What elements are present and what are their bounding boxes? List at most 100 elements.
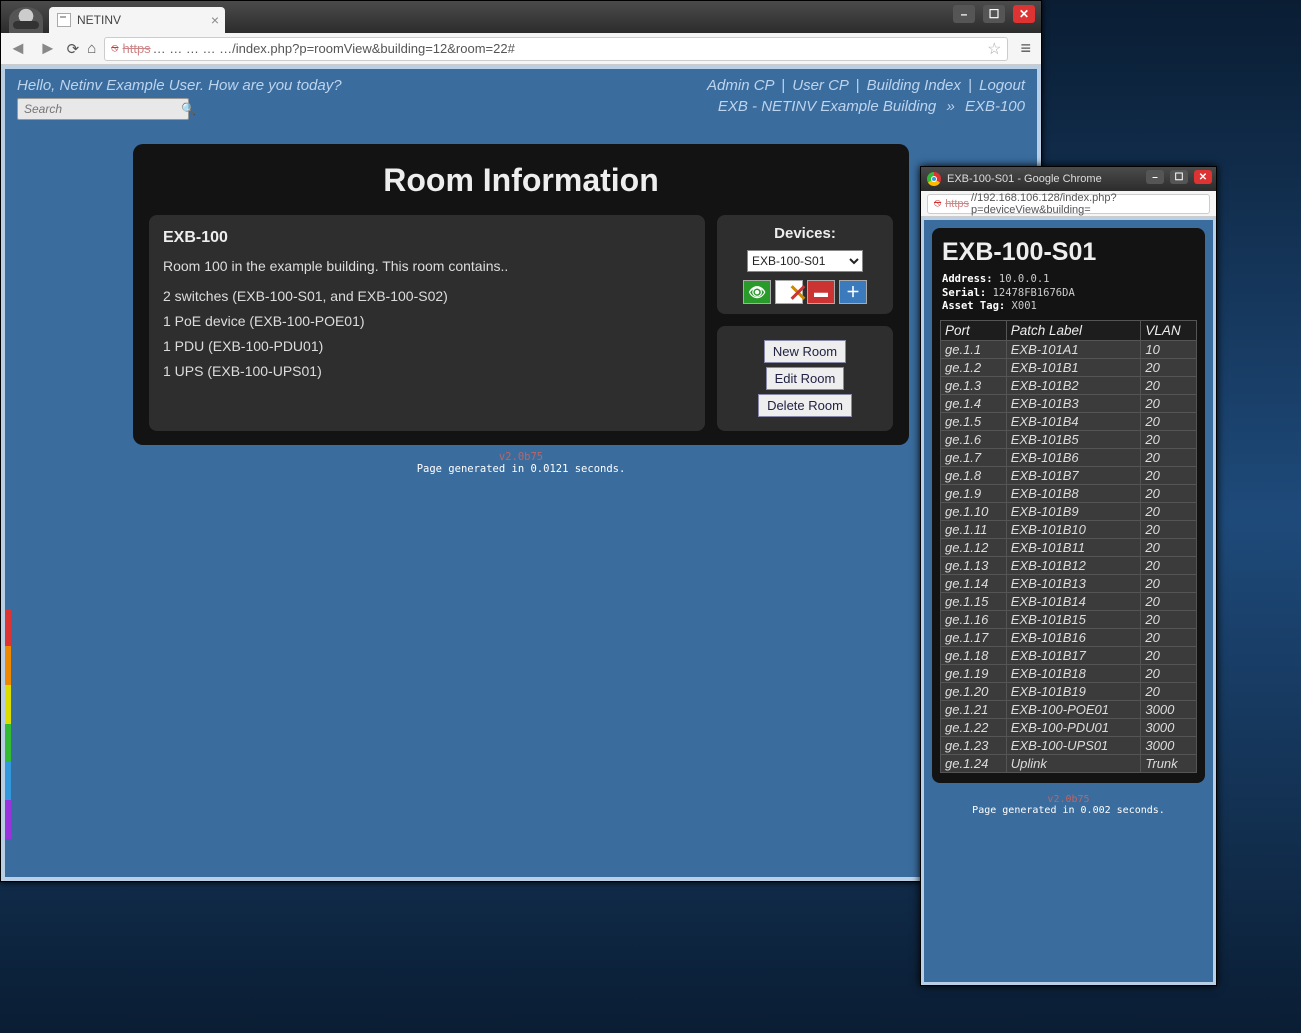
search-icon[interactable]: 🔍 <box>181 102 196 116</box>
search-box[interactable]: 🔍 <box>17 98 189 120</box>
cell-vlan: 20 <box>1141 538 1197 556</box>
edit-room-button[interactable]: Edit Room <box>766 367 845 390</box>
cell-vlan: 20 <box>1141 394 1197 412</box>
insecure-lock-icon: ⦸ <box>934 197 941 210</box>
popup-minimize-button[interactable]: – <box>1146 170 1164 184</box>
header-nav: Admin CP | User CP | Building Index | Lo… <box>707 77 1025 94</box>
device-popup-window: EXB-100-S01 - Google Chrome – ☐ ✕ ⦸ http… <box>920 166 1217 986</box>
search-input[interactable] <box>24 102 181 116</box>
room-actions-panel: New Room Edit Room Delete Room <box>717 326 893 431</box>
port-row[interactable]: ge.1.22EXB-100-PDU013000 <box>941 718 1197 736</box>
delete-room-button[interactable]: Delete Room <box>758 394 852 417</box>
cell-port: ge.1.24 <box>941 754 1007 772</box>
port-row[interactable]: ge.1.16EXB-101B1520 <box>941 610 1197 628</box>
port-row[interactable]: ge.1.19EXB-101B1820 <box>941 664 1197 682</box>
popup-titlebar[interactable]: EXB-100-S01 - Google Chrome – ☐ ✕ <box>921 167 1216 191</box>
tab-close-icon[interactable]: × <box>211 12 219 28</box>
port-row[interactable]: ge.1.23EXB-100-UPS013000 <box>941 736 1197 754</box>
breadcrumb-room[interactable]: EXB-100 <box>965 98 1025 115</box>
window-minimize-button[interactable]: – <box>953 5 975 23</box>
port-row[interactable]: ge.1.18EXB-101B1720 <box>941 646 1197 664</box>
port-row[interactable]: ge.1.6EXB-101B520 <box>941 430 1197 448</box>
device-add-icon[interactable]: ＋ <box>839 280 867 304</box>
address-bar[interactable]: ⦸ https … … … … …/index.php?p=roomView&b… <box>104 37 1008 61</box>
cell-port: ge.1.18 <box>941 646 1007 664</box>
room-desc: Room 100 in the example building. This r… <box>163 257 691 276</box>
popup-close-button[interactable]: ✕ <box>1194 170 1212 184</box>
cell-patch-label: EXB-100-PDU01 <box>1006 718 1141 736</box>
bookmark-star-icon[interactable]: ☆ <box>987 39 1001 59</box>
page-content: Hello, Netinv Example User. How are you … <box>1 65 1041 881</box>
gen-time-text: Page generated in 0.0121 seconds. <box>417 463 626 475</box>
port-row[interactable]: ge.1.2EXB-101B120 <box>941 358 1197 376</box>
cell-port: ge.1.17 <box>941 628 1007 646</box>
device-select[interactable]: EXB-100-S01 <box>747 250 863 272</box>
cell-vlan: 3000 <box>1141 718 1197 736</box>
reload-icon[interactable]: ⟳ <box>67 40 80 58</box>
cell-vlan: 20 <box>1141 502 1197 520</box>
device-action-icons: 👁 ▬ ＋ <box>727 280 883 304</box>
breadcrumb-building[interactable]: EXB - NETINV Example Building <box>718 98 936 115</box>
device-view-icon[interactable]: 👁 <box>743 280 771 304</box>
cell-port: ge.1.19 <box>941 664 1007 682</box>
port-row[interactable]: ge.1.7EXB-101B620 <box>941 448 1197 466</box>
port-row[interactable]: ge.1.13EXB-101B1220 <box>941 556 1197 574</box>
meta-address-label: Address: <box>942 273 993 285</box>
header-strip: Hello, Netinv Example User. How are you … <box>5 69 1037 94</box>
nav-admin-cp[interactable]: Admin CP <box>707 77 774 94</box>
cell-vlan: 20 <box>1141 664 1197 682</box>
room-line-2: 1 PoE device (EXB-100-POE01) <box>163 312 691 331</box>
cell-patch-label: EXB-101A1 <box>1006 340 1141 358</box>
nav-user-cp[interactable]: User CP <box>792 77 848 94</box>
browser-tab-strip: NETINV × – ☐ ✕ <box>1 1 1041 33</box>
cell-port: ge.1.21 <box>941 700 1007 718</box>
popup-address-row: ⦸ https //192.168.106.128/index.php?p=de… <box>921 191 1216 217</box>
room-card: Room Information EXB-100 Room 100 in the… <box>133 144 909 445</box>
port-row[interactable]: ge.1.1EXB-101A110 <box>941 340 1197 358</box>
popup-address-bar[interactable]: ⦸ https //192.168.106.128/index.php?p=de… <box>927 194 1210 214</box>
main-browser-window: NETINV × – ☐ ✕ ◄ ► ⟳ ⌂ ⦸ https … … … … …… <box>0 0 1042 882</box>
devices-heading: Devices: <box>727 225 883 242</box>
nav-logout[interactable]: Logout <box>979 77 1025 94</box>
meta-serial: 12478FB1676DA <box>993 287 1075 299</box>
page-heading: Room Information <box>149 162 893 199</box>
port-row[interactable]: ge.1.14EXB-101B1320 <box>941 574 1197 592</box>
window-maximize-button[interactable]: ☐ <box>983 5 1005 23</box>
browser-menu-icon[interactable]: ≡ <box>1016 38 1035 59</box>
port-row[interactable]: ge.1.20EXB-101B1920 <box>941 682 1197 700</box>
meta-assettag-label: Asset Tag: <box>942 300 1005 312</box>
port-row[interactable]: ge.1.12EXB-101B1120 <box>941 538 1197 556</box>
browser-tab[interactable]: NETINV × <box>49 7 225 33</box>
home-icon[interactable]: ⌂ <box>87 40 96 57</box>
port-row[interactable]: ge.1.8EXB-101B720 <box>941 466 1197 484</box>
popup-body: EXB-100-S01 Address: 10.0.0.1 Serial: 12… <box>921 217 1216 985</box>
cell-patch-label: EXB-101B13 <box>1006 574 1141 592</box>
cell-port: ge.1.8 <box>941 466 1007 484</box>
device-meta: Address: 10.0.0.1 Serial: 12478FB1676DA … <box>942 273 1197 314</box>
new-room-button[interactable]: New Room <box>764 340 846 363</box>
device-edit-icon[interactable] <box>775 280 803 304</box>
port-row[interactable]: ge.1.10EXB-101B920 <box>941 502 1197 520</box>
port-row[interactable]: ge.1.21EXB-100-POE013000 <box>941 700 1197 718</box>
port-row[interactable]: ge.1.4EXB-101B320 <box>941 394 1197 412</box>
port-row[interactable]: ge.1.3EXB-101B220 <box>941 376 1197 394</box>
cell-vlan: Trunk <box>1141 754 1197 772</box>
nav-building-index[interactable]: Building Index <box>867 77 961 94</box>
device-delete-icon[interactable]: ▬ <box>807 280 835 304</box>
cell-port: ge.1.15 <box>941 592 1007 610</box>
cell-patch-label: EXB-101B14 <box>1006 592 1141 610</box>
popup-maximize-button[interactable]: ☐ <box>1170 170 1188 184</box>
port-row[interactable]: ge.1.5EXB-101B420 <box>941 412 1197 430</box>
window-close-button[interactable]: ✕ <box>1013 5 1035 23</box>
port-row[interactable]: ge.1.9EXB-101B820 <box>941 484 1197 502</box>
port-row[interactable]: ge.1.24UplinkTrunk <box>941 754 1197 772</box>
cell-port: ge.1.7 <box>941 448 1007 466</box>
cell-port: ge.1.1 <box>941 340 1007 358</box>
cell-port: ge.1.2 <box>941 358 1007 376</box>
port-row[interactable]: ge.1.15EXB-101B1420 <box>941 592 1197 610</box>
nav-forward-icon[interactable]: ► <box>37 38 59 59</box>
port-row[interactable]: ge.1.11EXB-101B1020 <box>941 520 1197 538</box>
port-row[interactable]: ge.1.17EXB-101B1620 <box>941 628 1197 646</box>
https-label: https <box>945 198 969 210</box>
nav-back-icon[interactable]: ◄ <box>7 38 29 59</box>
